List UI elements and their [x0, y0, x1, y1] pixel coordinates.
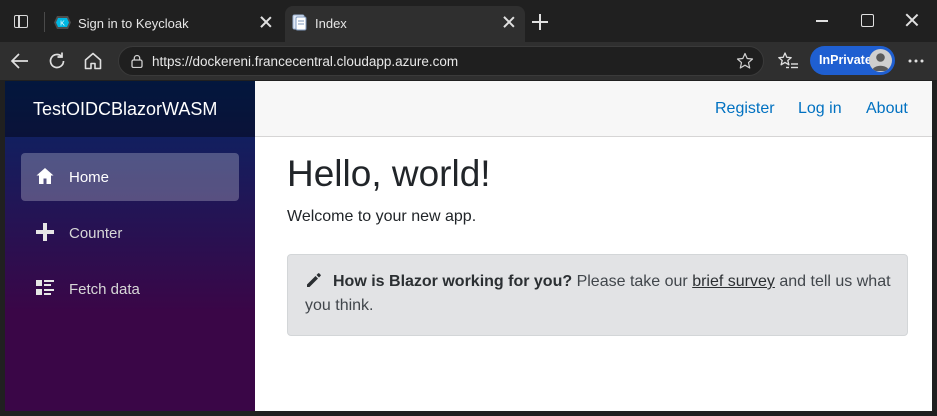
url-text[interactable]: https://dockereni.francecentral.cloudapp… — [152, 54, 458, 69]
maximize-icon[interactable] — [859, 12, 875, 28]
lock-icon[interactable] — [130, 54, 144, 68]
nav-item-home[interactable]: Home — [21, 153, 239, 201]
minimize-icon[interactable] — [815, 12, 831, 28]
favorite-star-icon[interactable] — [736, 52, 754, 70]
nav-label: Fetch data — [69, 281, 140, 298]
person-icon — [872, 53, 889, 71]
nav-item-counter[interactable]: Counter — [21, 209, 239, 257]
nav-label: Counter — [69, 225, 123, 242]
survey-question: How is Blazor working for you? — [333, 273, 573, 290]
sidebar: TestOIDCBlazorWASM Home Counter Fetch da… — [5, 81, 255, 411]
inprivate-button[interactable]: InPrivate — [810, 46, 895, 75]
window-close-icon[interactable] — [904, 12, 920, 28]
tab-title: Sign in to Keycloak — [78, 16, 189, 31]
inprivate-label: InPrivate — [819, 53, 872, 67]
profile-avatar — [869, 49, 892, 72]
app-brand[interactable]: TestOIDCBlazorWASM — [33, 99, 217, 120]
refresh-icon[interactable] — [46, 50, 68, 72]
brief-survey-link[interactable]: brief survey — [692, 273, 775, 290]
about-link[interactable]: About — [866, 100, 908, 118]
web-page: TestOIDCBlazorWASM Home Counter Fetch da… — [5, 81, 932, 411]
tab-index[interactable]: Index — [285, 6, 525, 42]
page-title: Hello, world! — [287, 153, 491, 194]
register-link[interactable]: Register — [715, 100, 775, 118]
more-options-icon[interactable] — [905, 50, 927, 72]
page-favicon-icon — [292, 14, 307, 31]
tab-title: Index — [315, 16, 347, 31]
survey-text-pre: Please take our — [572, 273, 693, 290]
favorites-icon[interactable] — [777, 50, 799, 72]
survey-prompt: How is Blazor working for you? Please ta… — [287, 254, 908, 336]
keycloak-favicon-icon: K — [54, 16, 71, 29]
browser-tab-strip: K Sign in to Keycloak Index — [0, 0, 937, 42]
login-link[interactable]: Log in — [798, 100, 842, 118]
browser-toolbar: https://dockereni.francecentral.cloudapp… — [0, 42, 937, 80]
welcome-text: Welcome to your new app. — [287, 208, 477, 225]
nav-item-fetch-data[interactable]: Fetch data — [21, 265, 239, 313]
brand-bar: TestOIDCBlazorWASM — [5, 81, 255, 137]
tab-actions-icon[interactable] — [10, 11, 32, 33]
nav-label: Home — [69, 169, 110, 186]
tab-close-icon[interactable] — [258, 14, 274, 30]
tab-sign-in-keycloak[interactable]: K Sign in to Keycloak — [48, 6, 282, 42]
tab-close-icon[interactable] — [501, 14, 517, 30]
svg-text:K: K — [60, 21, 65, 28]
new-tab-icon[interactable] — [531, 13, 549, 31]
tab-separator — [44, 12, 45, 32]
address-bar[interactable]: https://dockereni.francecentral.cloudapp… — [118, 46, 764, 76]
home-browser-icon[interactable] — [82, 50, 104, 72]
top-row: Register Log in About — [255, 81, 932, 137]
list-rich-icon — [36, 280, 54, 295]
home-icon — [36, 168, 54, 184]
plus-icon — [36, 223, 54, 241]
pencil-icon — [307, 273, 321, 287]
back-icon[interactable] — [9, 50, 31, 72]
